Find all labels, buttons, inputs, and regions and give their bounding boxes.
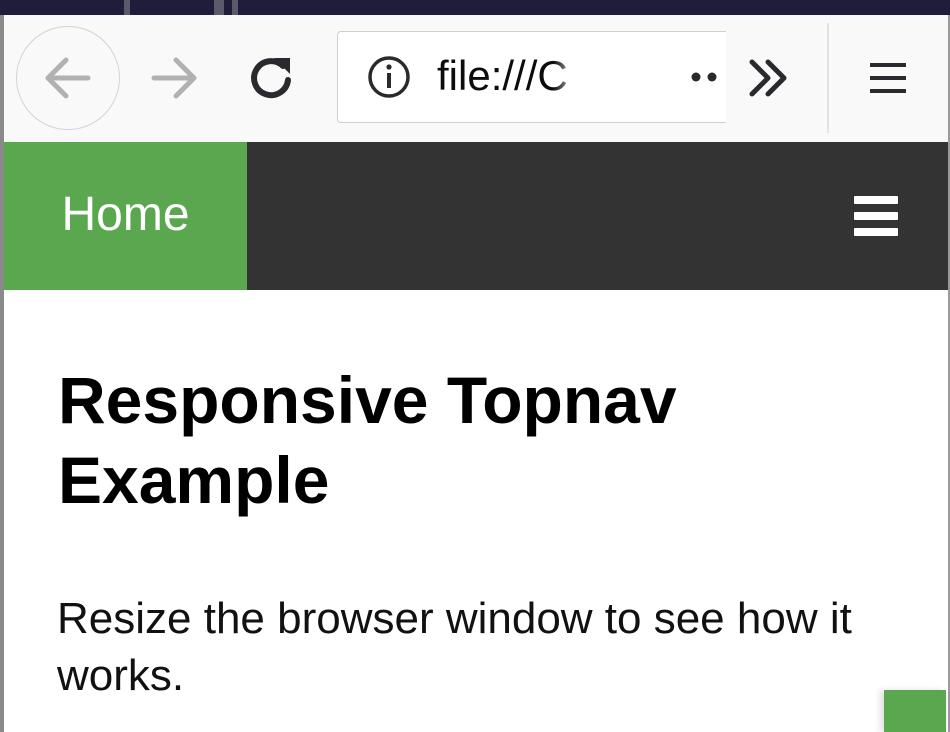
hamburger-bar (854, 196, 898, 204)
forward-button[interactable] (136, 40, 212, 116)
url-bar[interactable]: file:///C (337, 31, 726, 123)
browser-toolbar: file:///C (4, 15, 948, 142)
page-paragraph: Resize the browser window to see how it … (57, 594, 852, 700)
strip-seam (214, 0, 224, 15)
reload-button[interactable] (234, 40, 310, 116)
corner-green-button[interactable] (884, 690, 946, 732)
more-dots-icon[interactable] (690, 62, 726, 92)
reload-icon (251, 58, 291, 99)
page-title: Responsive Topnav Example (58, 363, 677, 517)
overflow-button[interactable] (732, 40, 808, 116)
desktop-strip (0, 0, 950, 15)
strip-seam (124, 0, 130, 15)
strip-seam (232, 0, 238, 15)
back-button[interactable] (16, 26, 120, 130)
app-menu-button[interactable] (850, 40, 926, 116)
hamburger-bar (854, 228, 898, 236)
double-chevron-icon (749, 59, 787, 97)
hamburger-bar (854, 212, 898, 220)
page-content: Responsive Topnav Example Resize the bro… (4, 290, 948, 732)
hamburger-menu-icon (870, 63, 906, 93)
hamburger-icon[interactable] (842, 188, 908, 244)
topnav: Home (4, 142, 948, 290)
back-arrow-icon (45, 57, 91, 99)
toolbar-divider (827, 23, 829, 133)
nav-home-link[interactable]: Home (4, 142, 247, 290)
url-text[interactable]: file:///C (437, 50, 582, 102)
browser-window: file:///C Home Responsive Topnav Example… (0, 0, 950, 732)
forward-arrow-icon (151, 57, 197, 99)
info-icon[interactable] (366, 54, 412, 100)
